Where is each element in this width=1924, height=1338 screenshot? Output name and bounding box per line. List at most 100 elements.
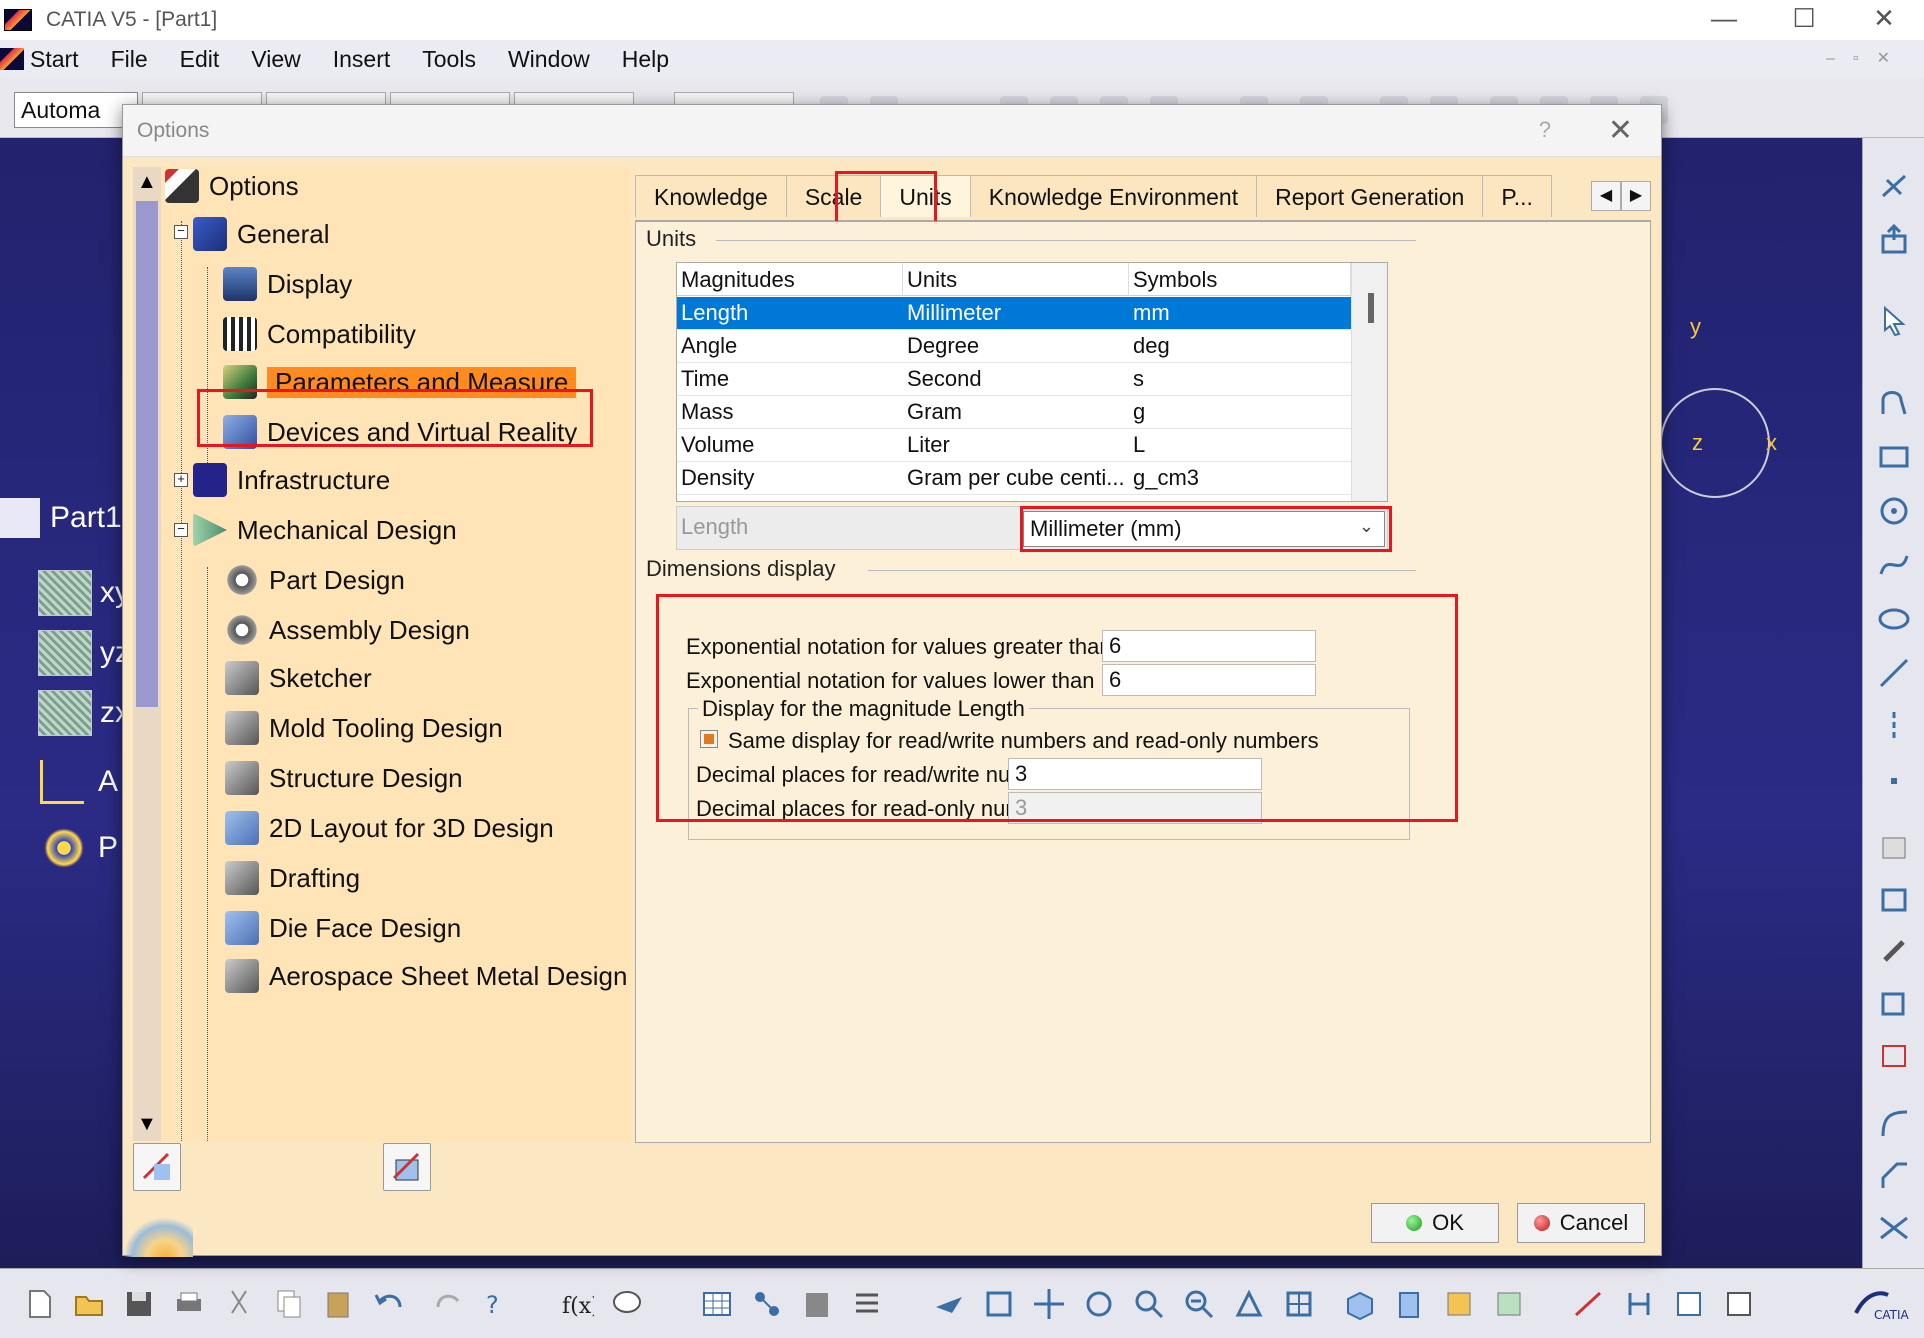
- menu-start[interactable]: Start: [0, 46, 79, 73]
- menu-edit[interactable]: Edit: [180, 46, 220, 73]
- mdi-controls[interactable]: –▫✕: [1826, 48, 1908, 68]
- shading-icon[interactable]: [1392, 1287, 1426, 1321]
- tree-item-structure-design[interactable]: Structure Design: [225, 761, 463, 795]
- point-icon[interactable]: [1877, 764, 1911, 798]
- swap-space-icon[interactable]: [1492, 1287, 1526, 1321]
- tree-item-mechanical-design[interactable]: Mechanical Design: [193, 513, 457, 547]
- chamfer-icon[interactable]: [1877, 1158, 1911, 1192]
- fly-mode-icon[interactable]: [932, 1287, 966, 1321]
- measure-icon[interactable]: [1572, 1287, 1606, 1321]
- dimension-icon[interactable]: [1877, 986, 1911, 1020]
- tree-part-body[interactable]: P: [40, 826, 118, 870]
- table-row[interactable]: Volume Liter L: [677, 429, 1351, 462]
- paste-icon[interactable]: [322, 1287, 356, 1321]
- tree-item-devices-vr[interactable]: Devices and Virtual Reality: [223, 415, 577, 449]
- animate-constraint-icon[interactable]: [1877, 1038, 1911, 1072]
- print-icon[interactable]: [172, 1287, 206, 1321]
- sketch-tool-icon[interactable]: [1877, 170, 1911, 204]
- hide-show-icon[interactable]: [1442, 1287, 1476, 1321]
- fix-together-icon[interactable]: [1877, 934, 1911, 968]
- list-icon[interactable]: [850, 1287, 884, 1321]
- tab-scale[interactable]: Scale: [785, 175, 882, 217]
- tree-item-general[interactable]: General: [193, 217, 330, 251]
- menu-view[interactable]: View: [251, 46, 300, 73]
- redo-icon[interactable]: [432, 1287, 466, 1321]
- zoom-in-icon[interactable]: [1132, 1287, 1166, 1321]
- tree-scrollbar[interactable]: ▲ ▼: [133, 167, 161, 1141]
- table-scrollbar[interactable]: [1351, 263, 1387, 501]
- design-table-icon[interactable]: [700, 1287, 734, 1321]
- tree-plane-yz[interactable]: yz: [0, 630, 130, 676]
- compass-widget[interactable]: y z x: [1660, 314, 1777, 498]
- header-symbols[interactable]: Symbols: [1129, 263, 1351, 296]
- line-icon[interactable]: [1877, 656, 1911, 690]
- multi-view-icon[interactable]: [1282, 1287, 1316, 1321]
- options-locked-button[interactable]: [383, 1143, 431, 1191]
- tab-units[interactable]: Units: [880, 175, 971, 217]
- tab-scroll-left-icon[interactable]: ◀: [1591, 181, 1621, 211]
- tree-scroll-thumb[interactable]: [136, 201, 158, 707]
- tree-item-2d-layout[interactable]: 2D Layout for 3D Design: [225, 811, 554, 845]
- trim-icon[interactable]: [1877, 1210, 1911, 1244]
- select-arrow-icon[interactable]: [1877, 304, 1911, 338]
- table-row[interactable]: Density Gram per cube centi... g_cm3: [677, 462, 1351, 495]
- catalog-icon[interactable]: [800, 1287, 834, 1321]
- zoom-out-icon[interactable]: [1182, 1287, 1216, 1321]
- cancel-button[interactable]: Cancel: [1517, 1203, 1645, 1243]
- collapse-mechanical-toggle[interactable]: −: [174, 522, 188, 537]
- comment-icon[interactable]: [610, 1287, 644, 1321]
- rotate-icon[interactable]: [1082, 1287, 1116, 1321]
- tab-more[interactable]: P...: [1482, 175, 1552, 217]
- tree-item-mold-tooling[interactable]: Mold Tooling Design: [225, 711, 503, 745]
- dialog-close-button[interactable]: ✕: [1608, 113, 1633, 148]
- table-row[interactable]: Mass Gram g: [677, 396, 1351, 429]
- ellipse-icon[interactable]: [1877, 602, 1911, 636]
- maximize-button[interactable]: ☐: [1764, 0, 1844, 40]
- header-units[interactable]: Units: [903, 263, 1129, 296]
- menu-insert[interactable]: Insert: [333, 46, 391, 73]
- profile-icon[interactable]: [1877, 386, 1911, 420]
- tree-item-sketcher[interactable]: Sketcher: [225, 661, 372, 695]
- tree-item-aerospace-sheet-metal[interactable]: Aerospace Sheet Metal Design: [225, 959, 627, 993]
- circle-icon[interactable]: [1877, 494, 1911, 528]
- constraint-box-icon[interactable]: [1877, 882, 1911, 916]
- tab-knowledge[interactable]: Knowledge: [635, 175, 787, 217]
- minimize-button[interactable]: —: [1684, 0, 1764, 40]
- measure-item-icon[interactable]: [1672, 1287, 1706, 1321]
- knowledge-icon[interactable]: [750, 1287, 784, 1321]
- normal-view-icon[interactable]: [1232, 1287, 1266, 1321]
- copy-icon[interactable]: [272, 1287, 306, 1321]
- iso-view-icon[interactable]: [1342, 1287, 1376, 1321]
- axis-line-icon[interactable]: [1877, 710, 1911, 744]
- reset-options-button[interactable]: [133, 1143, 181, 1191]
- menu-window[interactable]: Window: [508, 46, 590, 73]
- tree-axis-system[interactable]: A: [40, 760, 118, 804]
- tree-item-drafting[interactable]: Drafting: [225, 861, 360, 895]
- unit-dropdown[interactable]: Millimeter (mm) ⌄: [1023, 511, 1385, 547]
- collapse-general-toggle[interactable]: −: [174, 224, 188, 239]
- whats-this-icon[interactable]: ?: [480, 1287, 514, 1321]
- scroll-up-arrow[interactable]: ▲: [137, 171, 157, 194]
- exp-greater-input[interactable]: 6: [1102, 630, 1316, 662]
- cut-icon[interactable]: [222, 1287, 256, 1321]
- open-folder-icon[interactable]: [72, 1287, 106, 1321]
- menu-tools[interactable]: Tools: [422, 46, 476, 73]
- spline-icon[interactable]: [1877, 548, 1911, 582]
- formula-icon[interactable]: f(x): [560, 1287, 594, 1321]
- save-icon[interactable]: [122, 1287, 156, 1321]
- rw-decimals-input[interactable]: 3: [1008, 758, 1262, 790]
- tree-item-part-design[interactable]: Part Design: [225, 563, 405, 597]
- menu-help[interactable]: Help: [622, 46, 669, 73]
- new-file-icon[interactable]: [22, 1287, 56, 1321]
- tree-item-options[interactable]: Options: [165, 169, 299, 203]
- table-scroll-thumb[interactable]: [1368, 293, 1374, 323]
- measure-inertia-icon[interactable]: [1722, 1287, 1756, 1321]
- tree-root[interactable]: Part1: [0, 498, 122, 538]
- tab-report-generation[interactable]: Report Generation: [1256, 175, 1484, 217]
- table-row[interactable]: Length Millimeter mm: [677, 297, 1351, 330]
- tree-plane-xy[interactable]: xy: [0, 570, 130, 616]
- tab-knowledge-environment[interactable]: Knowledge Environment: [969, 175, 1258, 217]
- exp-lower-input[interactable]: 6: [1102, 664, 1316, 696]
- tree-item-die-face[interactable]: Die Face Design: [225, 911, 461, 945]
- menu-file[interactable]: File: [111, 46, 148, 73]
